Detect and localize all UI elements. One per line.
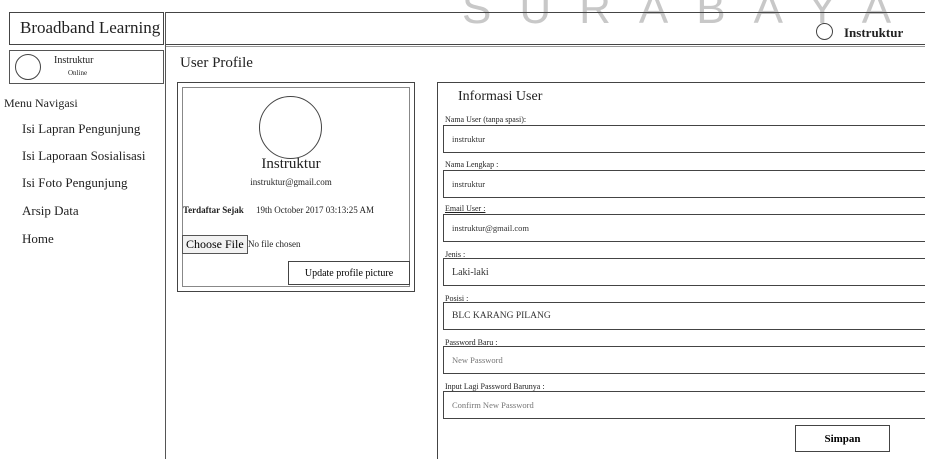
save-button[interactable]: Simpan (795, 425, 890, 452)
fullname-label: Nama Lengkap : (445, 160, 499, 169)
form-title: Informasi User (458, 89, 543, 104)
new-password-input[interactable] (443, 346, 925, 374)
profile-email: instruktur@gmail.com (250, 177, 332, 187)
header-avatar[interactable] (816, 23, 833, 40)
sidebar-item-home[interactable]: Home (22, 231, 54, 247)
page-title: User Profile (180, 55, 253, 71)
nav-title: Menu Navigasi (4, 96, 78, 110)
choose-file-button[interactable]: Choose File (182, 235, 248, 254)
confirm-password-label: Input Lagi Password Barunya : (445, 382, 545, 391)
email-label: Email User : (445, 204, 486, 213)
email-input[interactable] (443, 214, 925, 242)
sidebar-item-isi-laporaan-sosialisasi[interactable]: Isi Laporaan Sosialisasi (22, 148, 145, 164)
top-bar (165, 12, 925, 45)
position-input[interactable] (443, 302, 925, 330)
user-panel-name: Instruktur (54, 55, 94, 66)
file-status: No file chosen (248, 239, 301, 249)
username-input[interactable] (443, 125, 925, 153)
header-user-name[interactable]: Instruktur (844, 25, 903, 41)
sidebar-item-isi-foto-pengunjung[interactable]: Isi Foto Pengunjung (22, 175, 127, 191)
user-panel: Instruktur Online (9, 50, 164, 84)
confirm-password-input[interactable] (443, 391, 925, 419)
avatar (15, 54, 41, 80)
fullname-input[interactable] (443, 170, 925, 198)
sidebar-item-arsip-data[interactable]: Arsip Data (22, 203, 79, 219)
app-brand[interactable]: Broadband Learning (9, 12, 164, 45)
profile-name: Instruktur (261, 156, 321, 172)
profile-picture (259, 96, 322, 159)
username-label: Nama User (tanpa spasi): (445, 115, 527, 124)
user-status: Online (68, 69, 88, 77)
update-profile-picture-button[interactable]: Update profile picture (288, 261, 410, 285)
registered-since-label: Terdaftar Sejak (183, 205, 244, 215)
sidebar-item-isi-lapran-pengunjung[interactable]: Isi Lapran Pengunjung (22, 121, 140, 137)
registered-since-value: 19th October 2017 03:13:25 AM (256, 205, 374, 215)
top-bar-divider (165, 46, 925, 47)
gender-input[interactable] (443, 258, 925, 286)
